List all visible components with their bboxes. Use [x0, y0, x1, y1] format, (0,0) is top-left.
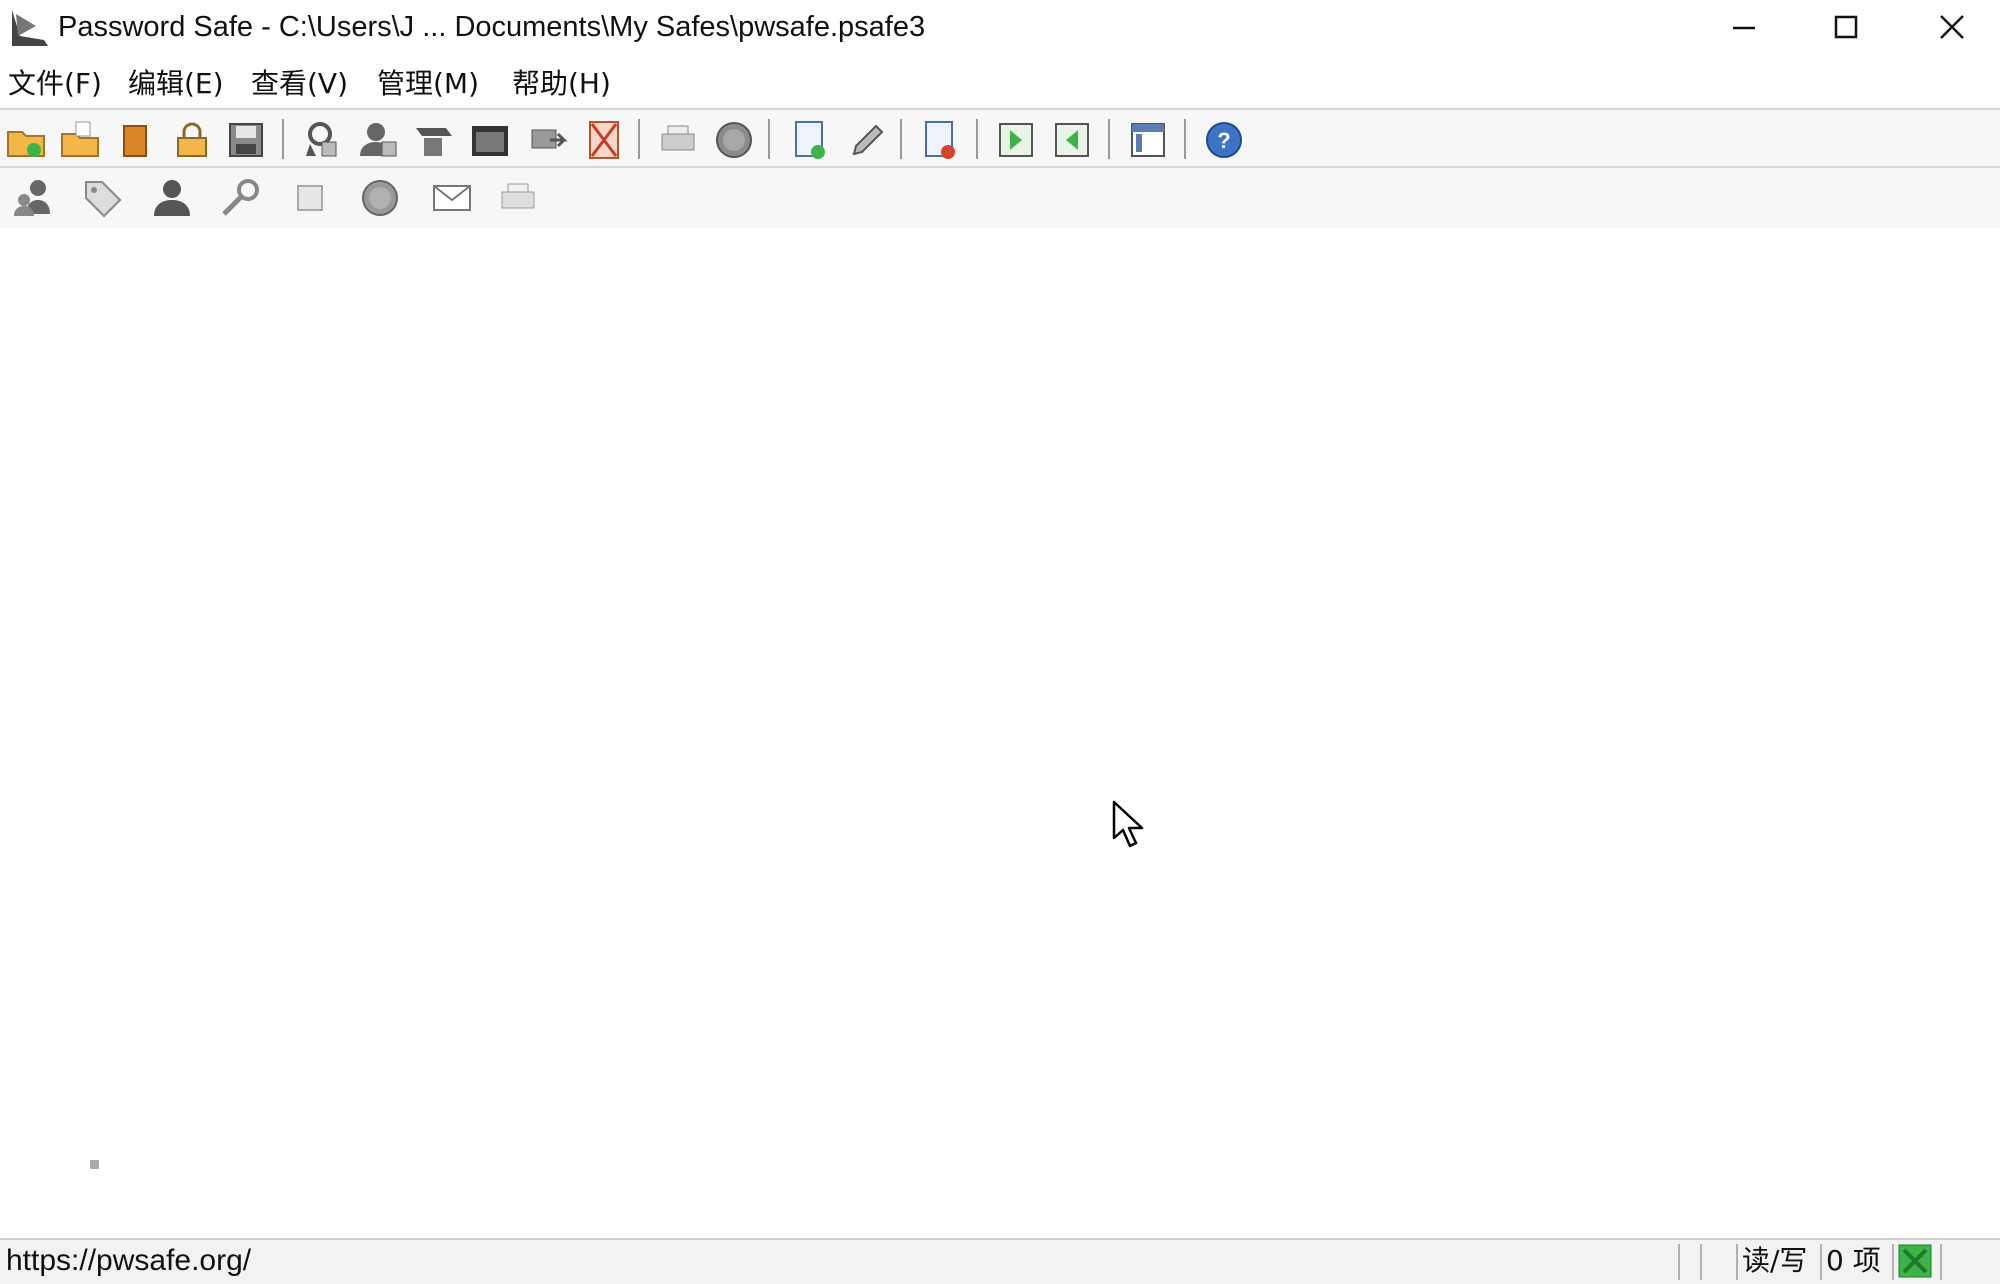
title-bar: Password Safe - C:\Users\J ... Documents…: [0, 0, 2000, 56]
print-entry-button[interactable]: [496, 176, 540, 220]
edit-entry-icon: [852, 124, 884, 156]
toolbar-separator: [900, 119, 902, 159]
toolbar-separator: [1184, 119, 1186, 159]
print-button[interactable]: [656, 118, 700, 162]
help-icon: ?: [1206, 122, 1242, 158]
key-button[interactable]: [218, 176, 262, 220]
collapse-all-button[interactable]: [1050, 118, 1094, 162]
expand-all-icon: [999, 123, 1033, 157]
browse-url-button[interactable]: [582, 118, 626, 162]
artifact-dot: [90, 1160, 99, 1169]
edit-entry-button[interactable]: [844, 118, 888, 162]
menu-file[interactable]: 文件(F): [8, 64, 102, 104]
close-database-icon: [123, 125, 147, 157]
close-database-button[interactable]: [114, 118, 158, 162]
clear-clipboard-icon: [472, 126, 508, 156]
autotype-icon: [531, 129, 568, 149]
spell-check-button[interactable]: [712, 118, 756, 162]
status-count-text: 0 项: [1826, 1244, 1881, 1277]
clear-clipboard-button[interactable]: [468, 118, 512, 162]
menu-help[interactable]: 帮助(H): [512, 64, 611, 104]
print-entry-icon: [501, 183, 535, 209]
toolbar-separator: [976, 119, 978, 159]
status-indicator-icon: [1898, 1244, 1932, 1278]
status-pane-divider: [1892, 1244, 1894, 1280]
toolbar-separator: [282, 119, 284, 159]
copy-entry-icon: [14, 180, 50, 216]
window-title: Password Safe - C:\Users\J ... Documents…: [58, 11, 926, 43]
copy-username-icon: [360, 123, 397, 157]
user-button[interactable]: [150, 176, 194, 220]
menu-edit[interactable]: 编辑(E): [128, 64, 224, 104]
app-logo-icon: [12, 10, 48, 46]
new-database-icon: [7, 131, 45, 157]
expand-all-button[interactable]: [994, 118, 1038, 162]
save-icon: [229, 123, 263, 157]
delete-entry-button[interactable]: [918, 118, 962, 162]
new-database-button[interactable]: [4, 118, 48, 162]
toolbar-top-line: [0, 108, 2000, 110]
menu-view[interactable]: 查看(V): [251, 64, 348, 104]
note-icon: [297, 185, 323, 211]
status-url-text: https://pwsafe.org/: [6, 1244, 252, 1277]
autotype-button[interactable]: [526, 118, 570, 162]
user-icon: [154, 180, 190, 216]
svg-text:?: ?: [1217, 128, 1230, 153]
delete-entry-icon: [925, 121, 955, 159]
options-button[interactable]: [1126, 118, 1170, 162]
email-button[interactable]: [430, 176, 474, 220]
toolbar-separator: [638, 119, 640, 159]
status-mode-text: 读/写: [1742, 1244, 1808, 1277]
copy-password-button[interactable]: [300, 118, 344, 162]
copy-entry-button[interactable]: [12, 176, 56, 220]
key-icon: [222, 179, 259, 216]
globe-button[interactable]: [358, 176, 402, 220]
copy-notes-button[interactable]: [412, 118, 456, 162]
maximize-icon: [1834, 15, 1858, 39]
close-icon: [1940, 15, 1964, 39]
toolbar-separator: [1108, 119, 1110, 159]
note-button[interactable]: [288, 176, 332, 220]
status-pane-divider: [1940, 1244, 1942, 1280]
menu-bar: 文件(F) 编辑(E) 查看(V) 管理(M) 帮助(H): [0, 60, 2000, 110]
status-pane-divider: [1820, 1244, 1822, 1280]
options-icon: [1131, 123, 1165, 157]
collapse-all-icon: [1055, 123, 1089, 157]
status-pane-divider: [1678, 1244, 1680, 1280]
email-icon: [433, 185, 471, 211]
minimize-icon: [1733, 26, 1755, 30]
open-database-button[interactable]: [58, 118, 102, 162]
spell-check-icon: [716, 122, 752, 158]
browse-url-icon: [589, 121, 619, 159]
entry-list-area[interactable]: [0, 228, 2000, 1240]
menu-manage[interactable]: 管理(M): [377, 64, 479, 104]
lock-database-button[interactable]: [170, 118, 214, 162]
maximize-button[interactable]: [1797, 0, 1897, 56]
tag-icon: [85, 181, 122, 218]
help-button[interactable]: ?: [1202, 118, 1246, 162]
copy-password-icon: [306, 122, 337, 157]
minimize-button[interactable]: [1695, 0, 1795, 56]
tag-button[interactable]: [80, 176, 124, 220]
open-database-icon: [61, 121, 99, 157]
lock-database-icon: [177, 122, 207, 157]
close-button[interactable]: [1903, 0, 2000, 56]
add-entry-icon: [795, 121, 825, 159]
print-icon: [661, 125, 695, 151]
status-pane-divider: [1700, 1244, 1702, 1280]
copy-notes-icon: [416, 128, 452, 156]
globe-icon: [362, 180, 398, 216]
mouse-cursor-icon: [1112, 800, 1144, 848]
add-entry-button[interactable]: [788, 118, 832, 162]
copy-username-button[interactable]: [356, 118, 400, 162]
toolbar-divider-line: [0, 166, 2000, 168]
save-button[interactable]: [224, 118, 268, 162]
status-pane-divider: [1736, 1244, 1738, 1280]
status-bar: https://pwsafe.org/ 读/写 0 项: [0, 1238, 2000, 1284]
toolbar-separator: [768, 119, 770, 159]
